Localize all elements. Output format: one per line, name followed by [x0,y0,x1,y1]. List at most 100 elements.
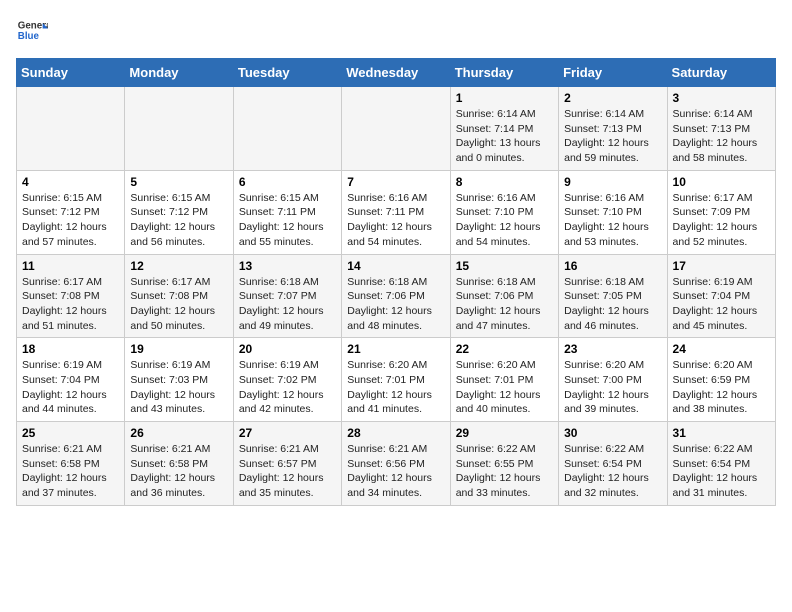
calendar-week-row: 11 Sunrise: 6:17 AM Sunset: 7:08 PM Dayli… [17,254,776,338]
day-number: 5 [130,175,227,189]
day-number: 15 [456,259,553,273]
day-info: Sunrise: 6:21 AM Sunset: 6:56 PM Dayligh… [347,442,444,501]
day-info: Sunrise: 6:19 AM Sunset: 7:02 PM Dayligh… [239,358,336,417]
day-info: Sunrise: 6:17 AM Sunset: 7:08 PM Dayligh… [22,275,119,334]
calendar-cell: 16 Sunrise: 6:18 AM Sunset: 7:05 PM Dayli… [559,254,667,338]
day-info: Sunrise: 6:18 AM Sunset: 7:06 PM Dayligh… [456,275,553,334]
day-info: Sunrise: 6:17 AM Sunset: 7:08 PM Dayligh… [130,275,227,334]
weekday-header: Friday [559,59,667,87]
calendar-cell: 11 Sunrise: 6:17 AM Sunset: 7:08 PM Dayli… [17,254,125,338]
day-info: Sunrise: 6:15 AM Sunset: 7:12 PM Dayligh… [22,191,119,250]
day-number: 7 [347,175,444,189]
logo: General Blue [16,16,48,48]
calendar-cell [125,87,233,171]
calendar-week-row: 1 Sunrise: 6:14 AM Sunset: 7:14 PM Daylig… [17,87,776,171]
day-info: Sunrise: 6:20 AM Sunset: 7:01 PM Dayligh… [456,358,553,417]
calendar-cell: 9 Sunrise: 6:16 AM Sunset: 7:10 PM Daylig… [559,170,667,254]
calendar-cell: 27 Sunrise: 6:21 AM Sunset: 6:57 PM Dayli… [233,422,341,506]
weekday-header: Sunday [17,59,125,87]
calendar-cell: 17 Sunrise: 6:19 AM Sunset: 7:04 PM Dayli… [667,254,775,338]
weekday-header: Saturday [667,59,775,87]
day-info: Sunrise: 6:14 AM Sunset: 7:14 PM Dayligh… [456,107,553,166]
calendar-cell: 14Sunrise: 6:18 AM Sunset: 7:06 PM Dayli… [342,254,450,338]
calendar-week-row: 18 Sunrise: 6:19 AM Sunset: 7:04 PM Dayli… [17,338,776,422]
day-info: Sunrise: 6:16 AM Sunset: 7:10 PM Dayligh… [564,191,661,250]
day-number: 11 [22,259,119,273]
day-number: 4 [22,175,119,189]
calendar-week-row: 25 Sunrise: 6:21 AM Sunset: 6:58 PM Dayli… [17,422,776,506]
day-number: 29 [456,426,553,440]
calendar-cell: 25 Sunrise: 6:21 AM Sunset: 6:58 PM Dayli… [17,422,125,506]
logo-icon: General Blue [16,16,48,48]
page-header: General Blue [16,16,776,48]
calendar-cell: 22 Sunrise: 6:20 AM Sunset: 7:01 PM Dayli… [450,338,558,422]
calendar-cell: 13 Sunrise: 6:18 AM Sunset: 7:07 PM Dayli… [233,254,341,338]
calendar-cell: 8 Sunrise: 6:16 AM Sunset: 7:10 PM Daylig… [450,170,558,254]
day-number: 9 [564,175,661,189]
day-number: 1 [456,91,553,105]
calendar-cell: 31 Sunrise: 6:22 AM Sunset: 6:54 PM Dayli… [667,422,775,506]
day-number: 10 [673,175,770,189]
calendar-cell: 21Sunrise: 6:20 AM Sunset: 7:01 PM Dayli… [342,338,450,422]
svg-text:Blue: Blue [18,31,40,42]
day-info: Sunrise: 6:18 AM Sunset: 7:05 PM Dayligh… [564,275,661,334]
weekday-header: Monday [125,59,233,87]
day-number: 22 [456,342,553,356]
day-number: 27 [239,426,336,440]
calendar-cell: 12Sunrise: 6:17 AM Sunset: 7:08 PM Dayli… [125,254,233,338]
day-number: 18 [22,342,119,356]
day-info: Sunrise: 6:19 AM Sunset: 7:04 PM Dayligh… [22,358,119,417]
calendar-cell: 6Sunrise: 6:15 AM Sunset: 7:11 PM Daylig… [233,170,341,254]
day-info: Sunrise: 6:21 AM Sunset: 6:58 PM Dayligh… [22,442,119,501]
day-info: Sunrise: 6:21 AM Sunset: 6:58 PM Dayligh… [130,442,227,501]
calendar-table: SundayMondayTuesdayWednesdayThursdayFrid… [16,58,776,506]
calendar-cell: 7 Sunrise: 6:16 AM Sunset: 7:11 PM Daylig… [342,170,450,254]
day-info: Sunrise: 6:17 AM Sunset: 7:09 PM Dayligh… [673,191,770,250]
day-number: 31 [673,426,770,440]
calendar-cell: 28 Sunrise: 6:21 AM Sunset: 6:56 PM Dayli… [342,422,450,506]
day-info: Sunrise: 6:15 AM Sunset: 7:12 PM Dayligh… [130,191,227,250]
calendar-cell [342,87,450,171]
day-info: Sunrise: 6:16 AM Sunset: 7:10 PM Dayligh… [456,191,553,250]
day-number: 16 [564,259,661,273]
day-info: Sunrise: 6:16 AM Sunset: 7:11 PM Dayligh… [347,191,444,250]
day-info: Sunrise: 6:20 AM Sunset: 7:00 PM Dayligh… [564,358,661,417]
calendar-cell: 19 Sunrise: 6:19 AM Sunset: 7:03 PM Dayli… [125,338,233,422]
header-row: SundayMondayTuesdayWednesdayThursdayFrid… [17,59,776,87]
calendar-cell [233,87,341,171]
calendar-cell: 18 Sunrise: 6:19 AM Sunset: 7:04 PM Dayli… [17,338,125,422]
calendar-week-row: 4 Sunrise: 6:15 AM Sunset: 7:12 PM Daylig… [17,170,776,254]
day-number: 6 [239,175,336,189]
calendar-cell: 10 Sunrise: 6:17 AM Sunset: 7:09 PM Dayli… [667,170,775,254]
weekday-header: Thursday [450,59,558,87]
day-number: 25 [22,426,119,440]
calendar-cell: 15 Sunrise: 6:18 AM Sunset: 7:06 PM Dayli… [450,254,558,338]
calendar-cell: 20Sunrise: 6:19 AM Sunset: 7:02 PM Dayli… [233,338,341,422]
day-number: 24 [673,342,770,356]
day-number: 26 [130,426,227,440]
day-number: 23 [564,342,661,356]
day-number: 21 [347,342,444,356]
day-number: 17 [673,259,770,273]
calendar-cell: 29 Sunrise: 6:22 AM Sunset: 6:55 PM Dayli… [450,422,558,506]
day-info: Sunrise: 6:14 AM Sunset: 7:13 PM Dayligh… [564,107,661,166]
day-info: Sunrise: 6:19 AM Sunset: 7:03 PM Dayligh… [130,358,227,417]
calendar-cell: 23 Sunrise: 6:20 AM Sunset: 7:00 PM Dayli… [559,338,667,422]
day-number: 2 [564,91,661,105]
calendar-cell: 4 Sunrise: 6:15 AM Sunset: 7:12 PM Daylig… [17,170,125,254]
day-info: Sunrise: 6:20 AM Sunset: 6:59 PM Dayligh… [673,358,770,417]
day-info: Sunrise: 6:14 AM Sunset: 7:13 PM Dayligh… [673,107,770,166]
day-number: 19 [130,342,227,356]
day-info: Sunrise: 6:22 AM Sunset: 6:54 PM Dayligh… [673,442,770,501]
day-info: Sunrise: 6:22 AM Sunset: 6:55 PM Dayligh… [456,442,553,501]
day-info: Sunrise: 6:19 AM Sunset: 7:04 PM Dayligh… [673,275,770,334]
day-info: Sunrise: 6:18 AM Sunset: 7:07 PM Dayligh… [239,275,336,334]
day-info: Sunrise: 6:21 AM Sunset: 6:57 PM Dayligh… [239,442,336,501]
calendar-cell [17,87,125,171]
weekday-header: Tuesday [233,59,341,87]
day-number: 8 [456,175,553,189]
calendar-cell: 3Sunrise: 6:14 AM Sunset: 7:13 PM Daylig… [667,87,775,171]
day-number: 13 [239,259,336,273]
day-number: 28 [347,426,444,440]
day-number: 30 [564,426,661,440]
